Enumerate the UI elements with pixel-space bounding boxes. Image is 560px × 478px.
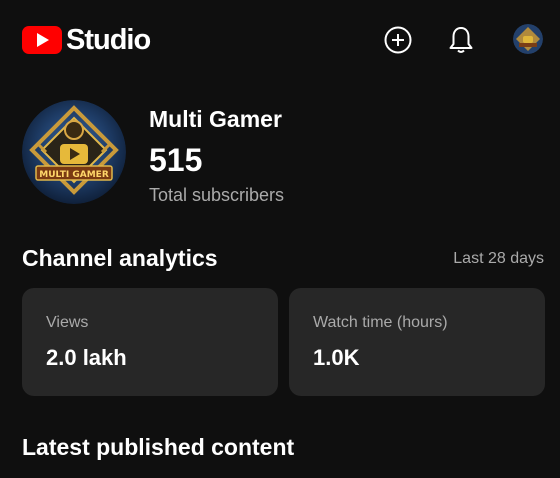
youtube-studio-logo[interactable]: Studio [22,24,151,56]
views-label: Views [46,314,89,331]
avatar-text: MULTI GAMER [39,170,109,180]
analytics-header: Channel analytics Last 28 days [22,245,544,275]
top-app-bar: Studio [0,0,560,80]
channel-avatar[interactable]: MULTI GAMER [22,100,126,204]
channel-name: Multi Gamer [149,106,282,132]
watch-time-value: 1.0K [313,345,360,370]
youtube-play-icon [22,26,62,54]
views-card[interactable]: Views 2.0 lakh [22,288,278,396]
notifications-bell-icon [449,27,473,53]
account-avatar[interactable] [513,24,543,54]
latest-content-title: Latest published content [22,434,295,460]
watch-time-label: Watch time (hours) [313,314,448,331]
subscriber-label: Total subscribers [149,185,285,205]
subscriber-count: 515 [149,142,203,178]
notifications-button[interactable] [445,24,477,56]
views-value: 2.0 lakh [46,345,127,370]
create-icon [384,26,412,54]
analytics-period: Last 28 days [453,250,544,267]
create-button[interactable] [382,24,414,56]
analytics-title: Channel analytics [22,245,218,271]
logo-text: Studio [66,24,151,56]
channel-header: MULTI GAMER Multi Gamer 515 Total subscr… [22,100,542,210]
watch-time-card[interactable]: Watch time (hours) 1.0K [289,288,545,396]
account-avatar-image [513,24,543,54]
multi-gamer-logo: MULTI GAMER [22,100,126,204]
